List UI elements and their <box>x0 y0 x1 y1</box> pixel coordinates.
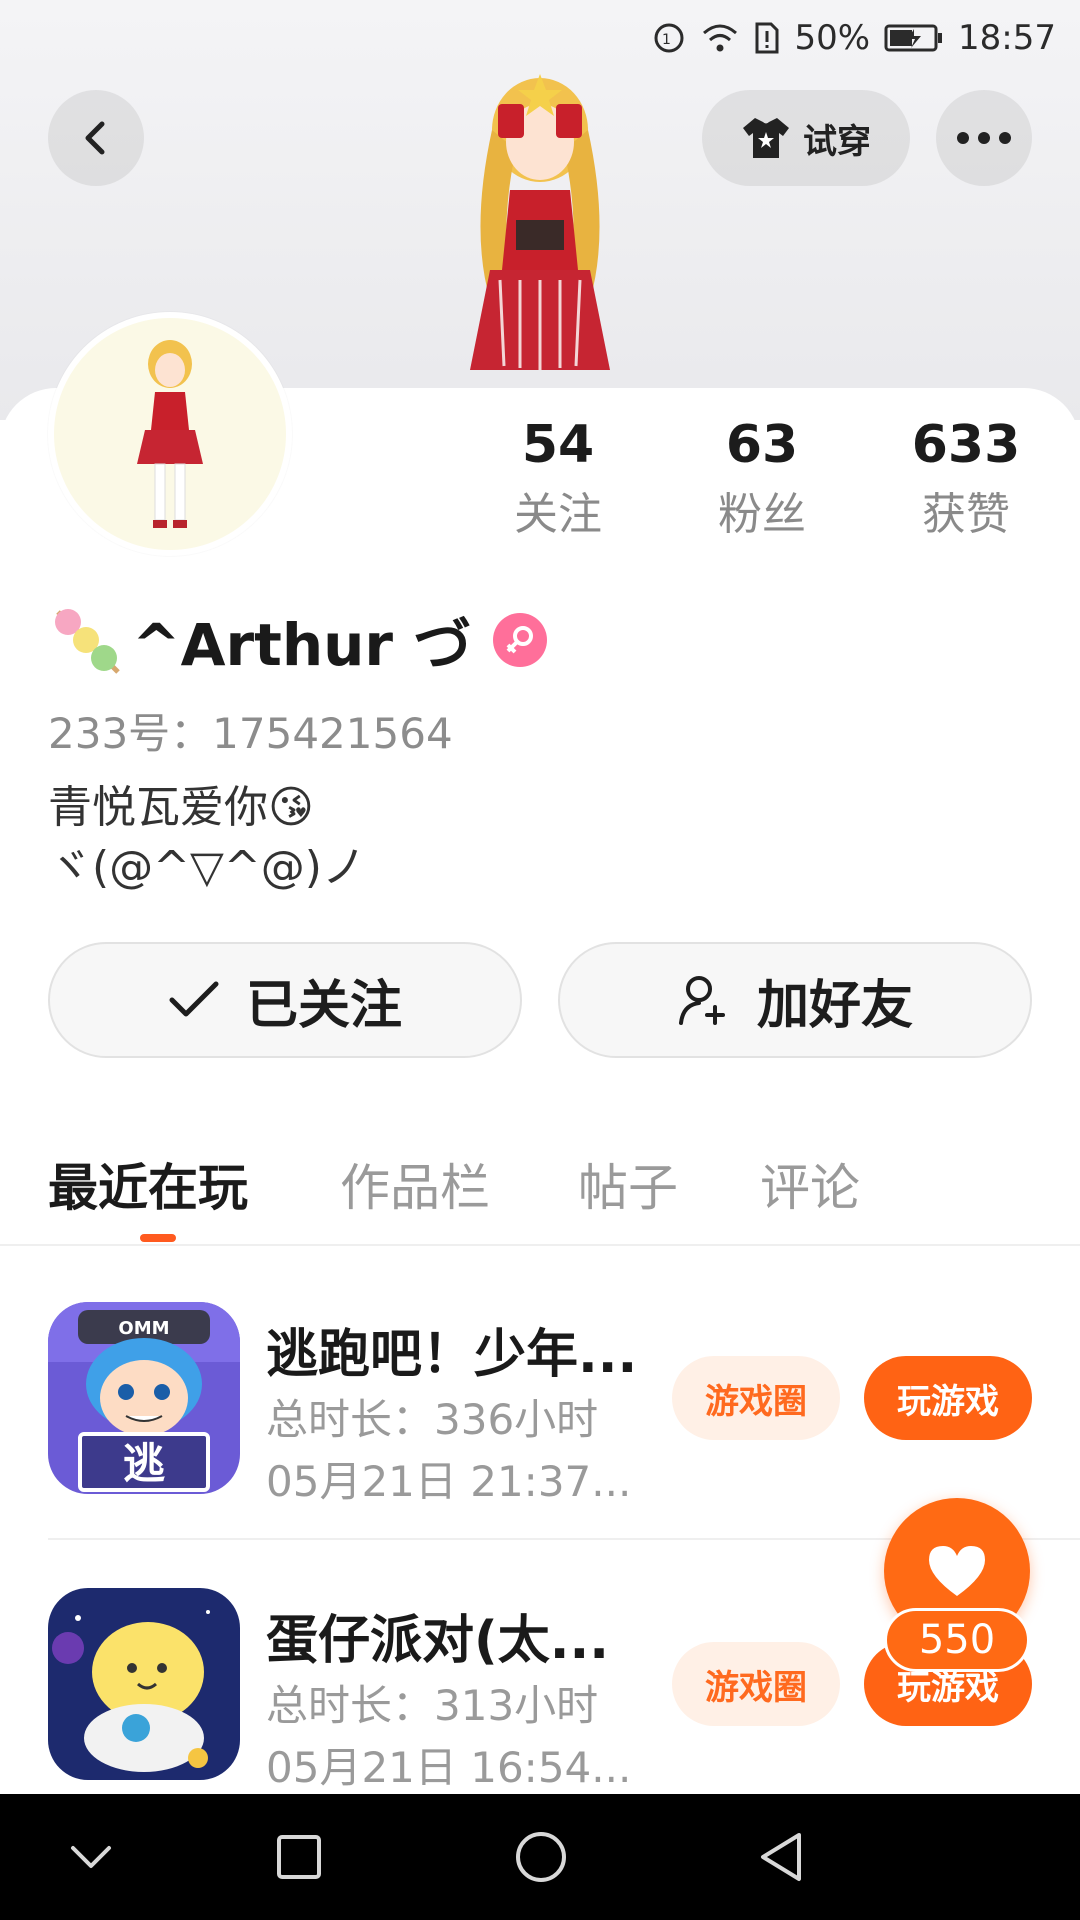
sim-alert-icon <box>754 21 780 55</box>
username: ^Arthur づ <box>132 611 472 679</box>
stat-likes-value: 633 <box>911 415 1021 475</box>
nav-hide-button[interactable] <box>58 1824 124 1890</box>
game-icon <box>48 1588 240 1780</box>
bio-line: 青悦瓦爱你😘 <box>48 782 314 833</box>
more-button[interactable] <box>936 90 1032 186</box>
try-on-button[interactable]: 试穿 <box>702 90 910 186</box>
name-row: ^Arthur づ <box>48 600 548 680</box>
svg-text:1: 1 <box>662 32 671 48</box>
system-nav-bar <box>0 1794 1080 1920</box>
user-id: 233号：175421564 <box>48 709 453 758</box>
back-button[interactable] <box>48 90 144 186</box>
nav-back-button[interactable] <box>748 1824 814 1890</box>
chevron-left-icon <box>85 121 105 155</box>
following-button[interactable]: 已关注 <box>48 942 522 1058</box>
tab-works[interactable]: 作品栏 <box>340 1148 490 1220</box>
user-bio: 青悦瓦爱你😘 ヾ(@^▽^@)ノ <box>48 778 366 898</box>
stat-fans-label: 粉丝 <box>718 489 806 540</box>
data-saver-icon: 1 <box>652 21 686 55</box>
game-circle-button[interactable]: 游戏圈 <box>672 1642 840 1726</box>
chevron-down-icon <box>71 1846 111 1868</box>
nav-recents-button[interactable] <box>266 1824 332 1890</box>
clock: 18:57 <box>958 18 1056 58</box>
svg-text:OMM: OMM <box>118 1318 169 1339</box>
status-bar: 1 50% 18:57 <box>652 14 1056 62</box>
tab-recently-played[interactable]: 最近在玩 <box>48 1148 248 1220</box>
nav-home-button[interactable] <box>508 1824 574 1890</box>
triangle-back-icon <box>761 1833 801 1881</box>
battery-charging-icon <box>884 23 944 53</box>
checkmark-icon <box>169 981 219 1017</box>
tshirt-icon <box>743 118 789 158</box>
following-label: 已关注 <box>245 975 402 1036</box>
stat-likes[interactable]: 633 获赞 <box>876 405 1056 545</box>
battery-percentage: 50% <box>794 18 871 58</box>
circle-home-icon <box>516 1832 566 1882</box>
stat-fans[interactable]: 63 粉丝 <box>672 405 852 545</box>
stat-following[interactable]: 54 关注 <box>468 405 648 545</box>
heart-icon <box>929 1546 985 1596</box>
wifi-icon <box>700 21 740 55</box>
game-icon-label: 逃 <box>123 1439 165 1488</box>
tab-comments[interactable]: 评论 <box>760 1148 860 1220</box>
add-friend-button[interactable]: 加好友 <box>558 942 1032 1058</box>
female-gender-icon <box>493 613 548 667</box>
game-icon: OMM 逃 <box>48 1302 240 1494</box>
game-play-duration: 总时长：336小时 <box>266 1395 599 1444</box>
game-last-played: 05月21日 21:37... <box>266 1457 632 1506</box>
game-circle-button[interactable]: 游戏圈 <box>672 1356 840 1440</box>
tab-posts[interactable]: 帖子 <box>578 1148 678 1220</box>
stats-bar: 54 关注 63 粉丝 633 获赞 <box>0 405 1080 555</box>
game-last-played: 05月21日 16:54... <box>266 1743 632 1792</box>
like-count: 550 <box>884 1608 1030 1672</box>
bio-line: ヾ(@^▽^@)ノ <box>48 842 366 893</box>
more-dots-icon <box>957 132 1011 144</box>
stat-likes-label: 获赞 <box>922 489 1010 540</box>
play-game-button[interactable]: 玩游戏 <box>864 1356 1032 1440</box>
game-title: 蛋仔派对(太... <box>266 1611 610 1671</box>
stat-following-label: 关注 <box>514 489 602 540</box>
profile-tabs: 最近在玩 作品栏 帖子 评论 <box>0 1140 1080 1246</box>
square-icon <box>277 1835 321 1879</box>
active-tab-indicator <box>140 1234 176 1242</box>
add-friend-label: 加好友 <box>756 975 913 1036</box>
stat-fans-value: 63 <box>725 415 799 475</box>
add-user-icon <box>678 976 725 1025</box>
dango-icon <box>55 609 120 674</box>
game-play-duration: 总时长：313小时 <box>266 1681 599 1730</box>
avatar-figure-illustration <box>470 74 610 370</box>
try-on-label: 试穿 <box>803 121 871 162</box>
game-title: 逃跑吧！少年... <box>266 1325 638 1385</box>
stat-following-value: 54 <box>521 415 595 475</box>
